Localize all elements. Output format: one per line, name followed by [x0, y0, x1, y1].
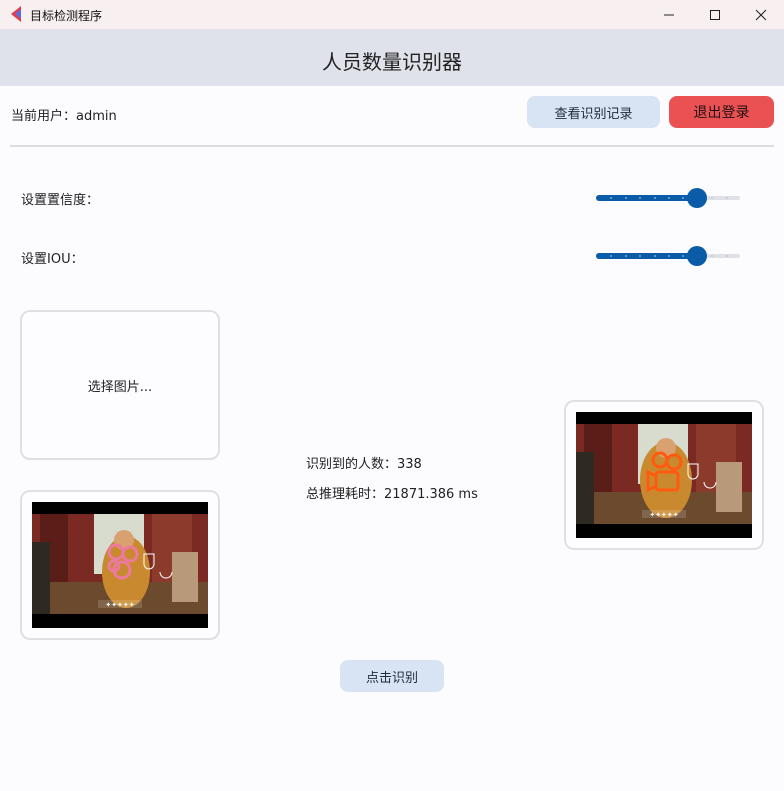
- detect-button[interactable]: 点击识别: [340, 660, 444, 692]
- iou-label: 设置IOU：: [21, 252, 84, 267]
- maximize-button[interactable]: [692, 0, 738, 29]
- app-header: 人员数量识别器: [0, 29, 784, 86]
- slider-tick: [625, 255, 627, 257]
- confidence-label: 设置置信度：: [21, 193, 100, 208]
- input-image: ✦✦✦✦✦: [32, 502, 208, 628]
- slider-tick: [726, 197, 728, 199]
- iou-slider[interactable]: [596, 246, 740, 266]
- close-icon: [755, 9, 767, 20]
- maximize-icon: [710, 9, 720, 20]
- slider-tick: [610, 197, 612, 199]
- person-count-text: 识别到的人数：338: [306, 457, 422, 472]
- current-user-label: 当前用户：admin: [11, 109, 117, 124]
- slider-thumb[interactable]: [687, 188, 707, 208]
- close-button[interactable]: [738, 0, 784, 29]
- output-image-card: ✦✦✦✦✦: [564, 400, 764, 550]
- slider-tick: [668, 197, 670, 199]
- confidence-slider[interactable]: [596, 188, 740, 208]
- choose-image-button[interactable]: 选择图片...: [20, 310, 220, 460]
- slider-tick: [610, 255, 612, 257]
- svg-text:✦✦✦✦✦: ✦✦✦✦✦: [649, 511, 678, 519]
- divider: [10, 145, 774, 147]
- slider-tick: [682, 197, 684, 199]
- window-title: 目标检测程序: [30, 9, 103, 23]
- slider-thumb[interactable]: [687, 246, 707, 266]
- slider-tick: [711, 197, 713, 199]
- slider-tick: [711, 255, 713, 257]
- slider-tick: [668, 255, 670, 257]
- slider-tick: [682, 255, 684, 257]
- slider-tick: [726, 255, 728, 257]
- logout-button[interactable]: 退出登录: [669, 96, 774, 128]
- slider-tick: [639, 197, 641, 199]
- output-image: ✦✦✦✦✦: [576, 412, 752, 538]
- inference-time-text: 总推理耗时：21871.386 ms: [306, 487, 478, 502]
- slider-tick: [639, 255, 641, 257]
- choose-image-label: 选择图片...: [87, 379, 153, 395]
- slider-tick: [654, 255, 656, 257]
- slider-tick: [654, 197, 656, 199]
- app-logo-icon: [11, 6, 21, 22]
- view-records-button[interactable]: 查看识别记录: [527, 96, 660, 128]
- slider-tick: [625, 197, 627, 199]
- window-titlebar: 目标检测程序: [0, 0, 784, 29]
- minimize-button[interactable]: [646, 0, 692, 29]
- page-title: 人员数量识别器: [322, 50, 462, 74]
- input-image-card: ✦✦✦✦✦: [20, 490, 220, 640]
- minimize-icon: [664, 14, 674, 15]
- svg-text:✦✦✦✦✦: ✦✦✦✦✦: [105, 601, 134, 609]
